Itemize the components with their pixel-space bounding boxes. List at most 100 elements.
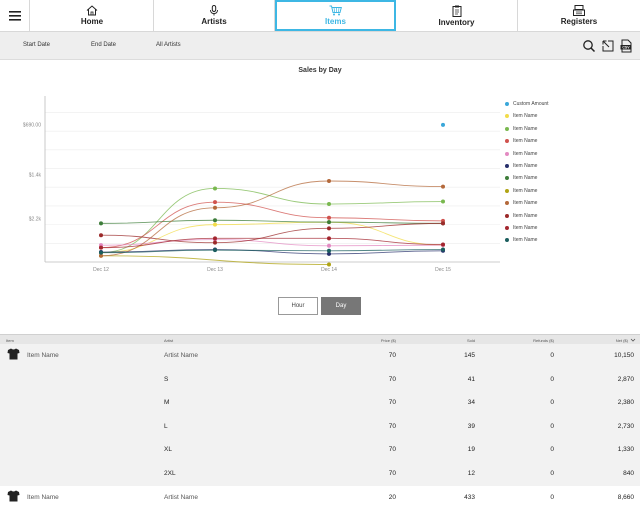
tab-home[interactable]: Home (31, 0, 154, 31)
sort-chevron-down-icon[interactable] (630, 337, 636, 343)
microphone-icon (210, 5, 218, 16)
hamburger-menu-button[interactable] (0, 0, 30, 31)
legend-swatch (505, 226, 509, 230)
y-tick-label: $2.2k (29, 217, 42, 223)
table-row-variant[interactable]: 2XL 70 12 0 840 (0, 462, 640, 486)
col-sold[interactable]: Sold (467, 338, 475, 343)
cell-sold: 12 (467, 470, 475, 477)
csv-icon[interactable]: CSV (619, 39, 633, 53)
legend-item[interactable]: Item Name (505, 138, 537, 144)
data-point (213, 186, 217, 191)
legend-item[interactable]: Item Name (505, 126, 537, 132)
filter-bar: Start Date End Date All Artists CSV (0, 32, 640, 60)
hour-toggle-button[interactable]: Hour (278, 297, 318, 315)
home-icon (86, 5, 98, 16)
cell-refunds: 0 (550, 470, 554, 477)
cell-artist: XL (164, 446, 172, 454)
data-point (327, 202, 331, 207)
cell-sold: 39 (467, 422, 475, 430)
data-point (213, 218, 217, 223)
legend-item[interactable]: Item Name (505, 200, 537, 206)
legend-label: Item Name (513, 225, 538, 231)
tab-artists[interactable]: Artists (154, 0, 275, 31)
cell-refunds: 0 (550, 446, 554, 454)
table-row-variant[interactable]: M 70 34 0 2,380 (0, 391, 640, 415)
legend-label: Item Name (513, 163, 538, 169)
legend-item[interactable]: Item Name (505, 188, 537, 194)
cell-net: 1,330 (617, 446, 634, 454)
table-row-variant[interactable]: XL 70 19 0 1,330 (0, 438, 640, 462)
data-point (441, 242, 445, 247)
data-point (327, 179, 331, 183)
cell-refunds: 0 (550, 422, 554, 430)
search-icon[interactable] (582, 39, 596, 53)
data-point (327, 262, 331, 267)
legend-label: Item Name (513, 237, 538, 244)
col-item[interactable]: Item (6, 338, 14, 343)
y-tick-label: $690.00 (23, 122, 41, 128)
tab-items[interactable]: Items (275, 0, 396, 31)
legend-item[interactable]: Item Name (505, 113, 537, 119)
export-icon[interactable] (601, 39, 615, 53)
cell-net: 2,380 (617, 399, 634, 407)
data-point (213, 205, 217, 210)
legend-swatch (505, 126, 509, 131)
cell-sold: 41 (467, 375, 475, 383)
cell-price: 70 (388, 470, 396, 477)
tshirt-icon (7, 348, 20, 360)
cell-price: 20 (388, 493, 396, 501)
col-net[interactable]: Net ($) (616, 338, 628, 343)
legend-item[interactable]: Item Name (505, 225, 537, 231)
table-row-variant[interactable]: L 70 39 0 2,730 (0, 414, 640, 439)
cell-price: 70 (388, 446, 396, 454)
x-tick-label: Dec 14 (321, 267, 337, 273)
tab-inventory[interactable]: Inventory (396, 0, 518, 31)
legend-item[interactable]: Custom Amount (505, 101, 549, 107)
legend-swatch (505, 139, 509, 144)
legend-item[interactable]: Item Name (505, 237, 537, 243)
legend-item[interactable]: Item Name (505, 163, 537, 169)
series-line (100, 255, 330, 265)
tab-registers[interactable]: Registers (518, 0, 640, 31)
data-point (99, 233, 103, 238)
legend-item[interactable]: Item Name (505, 151, 537, 157)
cell-artist: L (164, 422, 168, 430)
tshirt-icon (7, 490, 20, 502)
end-date-filter[interactable]: End Date (91, 42, 116, 48)
table-row-product[interactable]: Item Name Artist Name 70 145 0 10,150 (0, 344, 640, 368)
table-header: Item Artist Price ($) Sold Refunds ($) N… (0, 334, 640, 344)
data-point (99, 250, 103, 255)
series-line (100, 219, 444, 224)
x-tick-label: Dec 13 (207, 267, 223, 273)
cell-item: Item Name (27, 352, 59, 359)
legend-swatch (505, 151, 509, 156)
cell-net: 2,730 (617, 422, 634, 430)
data-point (213, 200, 217, 205)
legend-label: Item Name (513, 113, 538, 120)
table-row-product[interactable]: Item Name Artist Name 20 433 0 8,660 (0, 485, 640, 510)
col-price[interactable]: Price ($) (381, 338, 396, 343)
tab-registers-label: Registers (560, 17, 598, 26)
start-date-filter[interactable]: Start Date (23, 42, 50, 48)
cell-price: 70 (388, 399, 396, 407)
artist-filter[interactable]: All Artists (156, 42, 181, 48)
col-refunds[interactable]: Refunds ($) (533, 338, 554, 343)
table-row-variant[interactable]: S 70 41 0 2,870 (0, 367, 640, 392)
legend-swatch (505, 114, 509, 119)
data-point (441, 247, 445, 252)
col-artist[interactable]: Artist (164, 338, 173, 343)
cell-net: 10,150 (614, 352, 634, 359)
legend-swatch (505, 102, 509, 106)
legend-swatch (505, 164, 509, 168)
legend-label: Item Name (513, 175, 538, 182)
day-toggle-button[interactable]: Day (321, 297, 361, 315)
cart-icon (329, 5, 342, 16)
data-point (327, 215, 331, 220)
legend-item[interactable]: Item Name (505, 175, 537, 181)
data-point (213, 236, 217, 241)
cell-sold: 19 (467, 446, 475, 454)
legend-item[interactable]: Item Name (505, 213, 537, 219)
cell-artist: S (164, 375, 169, 383)
tab-artists-label: Artists (201, 17, 227, 26)
cell-artist: 2XL (164, 470, 176, 477)
